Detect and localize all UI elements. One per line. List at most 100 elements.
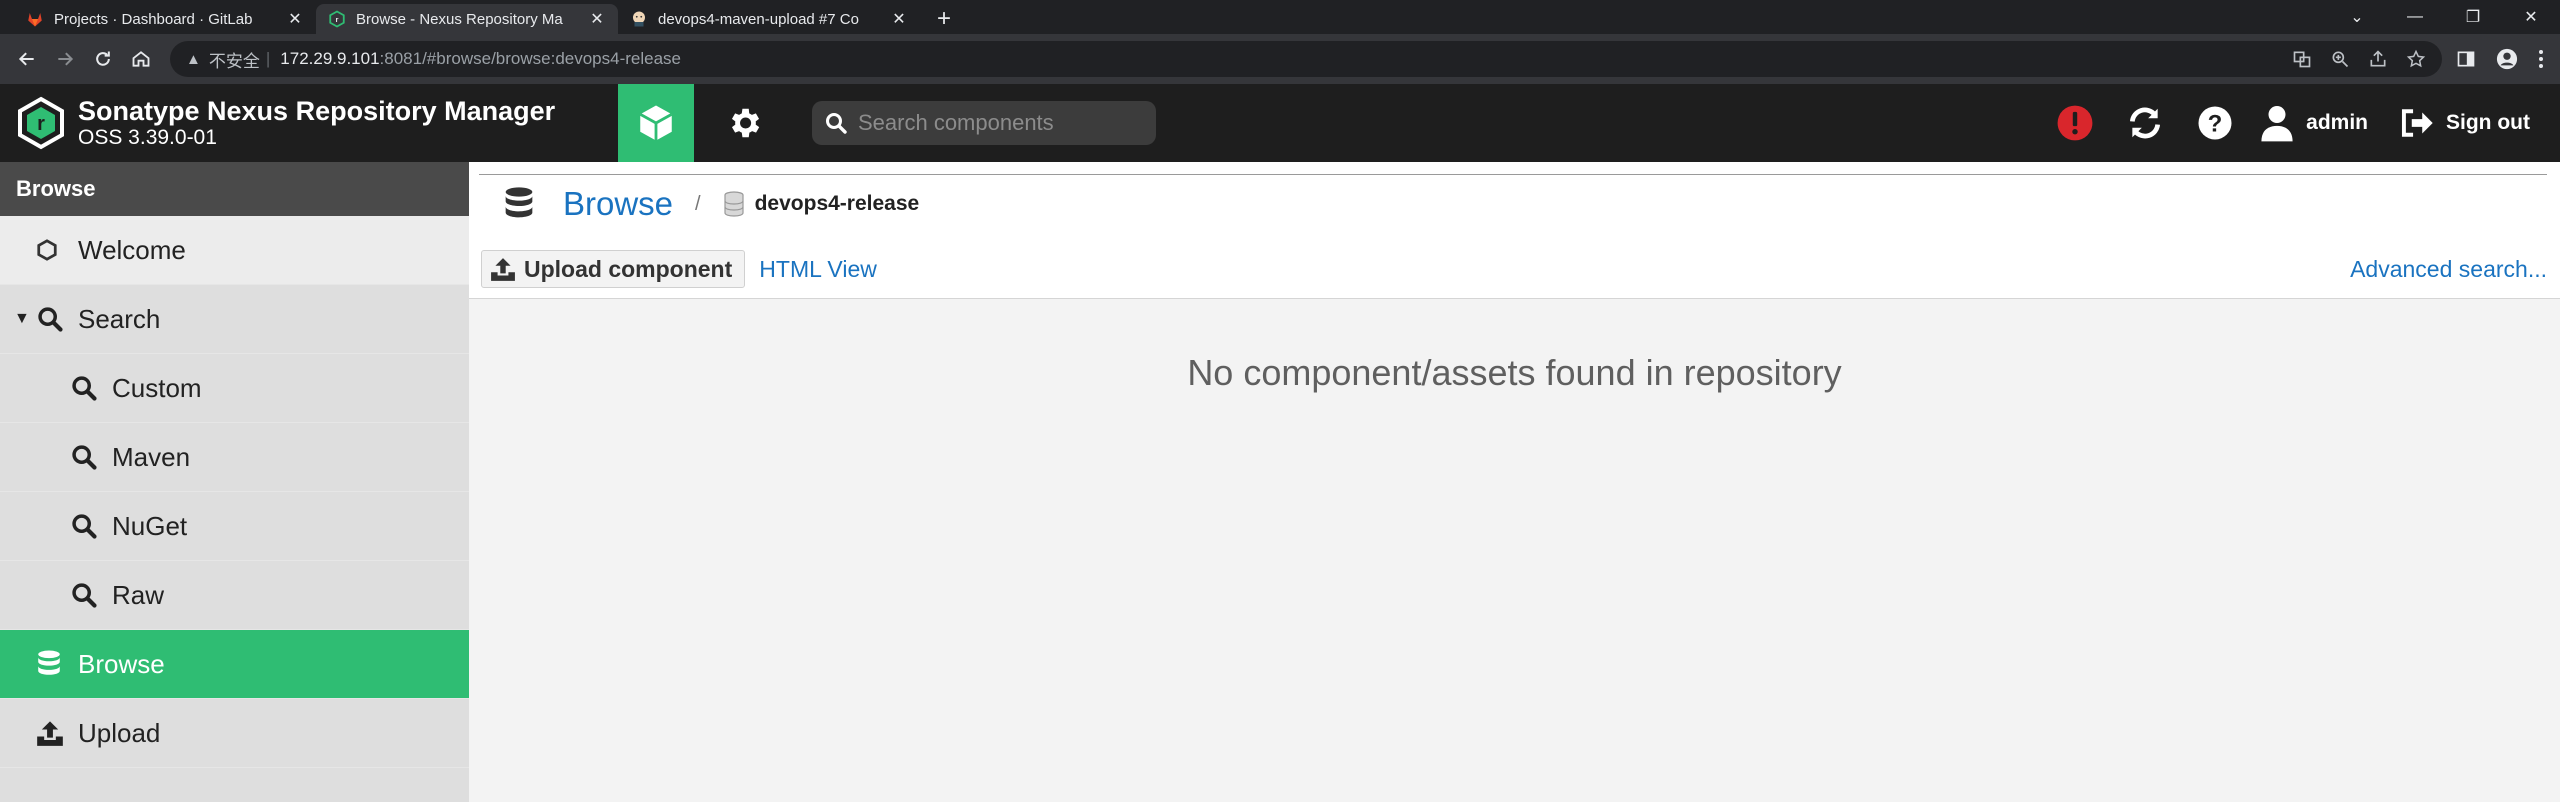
gear-icon [731,108,760,138]
search-box[interactable] [812,101,1156,145]
profile-icon[interactable] [2496,48,2518,70]
administration-button[interactable] [706,84,782,162]
database-icon [36,650,68,678]
search-icon [826,113,847,134]
home-button[interactable] [124,42,158,76]
new-tab-button[interactable]: + [926,4,962,34]
sidebar-item-label: Upload [78,717,161,748]
restore-button[interactable]: ❐ [2444,0,2502,34]
sidebar: Browse Welcome ▼ Search Custom Maven NuG… [0,162,469,802]
url-host: 172.29.9.101 [280,49,380,68]
window-controls: ⌄ — ❐ ✕ [2328,0,2560,34]
brand-text: Sonatype Nexus Repository Manager OSS 3.… [78,96,555,150]
back-button[interactable] [10,42,44,76]
minimize-button[interactable]: — [2386,0,2444,34]
repository-icon [724,191,744,217]
close-icon[interactable]: ✕ [286,10,304,28]
caret-down-icon[interactable]: ▼ [14,310,36,328]
database-icon [505,187,533,218]
help-button[interactable]: ? [2180,84,2250,162]
svg-text:r: r [336,15,339,24]
sidebar-title: Browse [0,162,469,216]
zoom-icon[interactable] [2330,49,2350,69]
search-input[interactable] [858,110,1148,136]
user-icon [2261,106,2293,142]
gitlab-icon [28,13,42,27]
cube-icon [639,105,673,141]
forward-button[interactable] [48,42,82,76]
side-panel-icon[interactable] [2456,49,2476,69]
help-icon: ? [2198,106,2232,140]
bookmark-star-icon[interactable] [2406,49,2426,69]
menu-kebab-icon[interactable] [2538,49,2544,69]
warning-icon[interactable]: ▲ [186,51,201,68]
app-version: OSS 3.39.0-01 [78,126,217,149]
home-icon [132,51,150,67]
arrow-left-icon [18,52,34,66]
tab-title: Browse - Nexus Repository Ma [356,10,563,28]
main-content: Browse / devops4-release Upload componen… [469,162,2560,802]
app-name: Sonatype Nexus Repository Manager [78,96,556,126]
breadcrumb-repository: devops4-release [754,192,920,215]
divider [479,174,2547,175]
sidebar-item-label: Search [78,303,161,334]
sidebar-item-search-maven[interactable]: Maven [0,423,469,492]
close-window-button[interactable]: ✕ [2502,0,2560,34]
sign-out-icon [2401,109,2433,137]
search-icon [36,305,68,333]
nexus-logo-icon: r [18,96,64,150]
sidebar-item-browse[interactable]: Browse [0,630,469,699]
reload-icon [96,51,110,66]
browser-tab-gitlab[interactable]: Projects · Dashboard · GitLab ✕ [14,4,316,34]
breadcrumb: Browse / devops4-release [503,182,919,226]
svg-text:?: ? [2208,110,2223,137]
omnibox-actions [2292,49,2426,69]
search-icon [70,581,102,609]
browser-tab-nexus[interactable]: r Browse - Nexus Repository Ma ✕ [316,4,618,34]
arrow-right-icon [58,52,74,66]
browser-toolbar: ▲ 不安全 | 172.29.9.101:8081/#browse/browse… [0,34,2560,84]
browse-toolbar: Upload component HTML View Advanced sear… [481,250,2547,288]
sign-out-button[interactable]: Sign out [2390,107,2560,139]
html-view-link[interactable]: HTML View [759,256,877,283]
insecure-label: 不安全 [208,51,260,71]
upload-icon [36,719,68,747]
upload-component-label: Upload component [524,255,733,282]
reload-button[interactable] [86,42,120,76]
user-menu[interactable]: admin [2250,104,2390,142]
translate-icon[interactable] [2292,49,2312,69]
close-icon[interactable]: ✕ [890,10,908,28]
sidebar-item-search-custom[interactable]: Custom [0,354,469,423]
sidebar-item-search-nuget[interactable]: NuGet [0,492,469,561]
close-icon[interactable]: ✕ [588,10,606,28]
alert-icon [2057,105,2093,141]
browser-tab-jenkins[interactable]: devops4-maven-upload #7 Co ✕ [618,4,920,34]
search-icon [70,443,102,471]
sidebar-item-welcome[interactable]: Welcome [0,216,469,285]
tab-search-icon[interactable]: ⌄ [2328,0,2386,34]
system-alert-button[interactable] [2040,84,2110,162]
url-path: :8081/#browse/browse:devops4-release [379,49,682,68]
breadcrumb-browse-link[interactable]: Browse [563,185,673,223]
sidebar-item-upload[interactable]: Upload [0,699,469,768]
app-header: r Sonatype Nexus Repository Manager OSS … [0,84,2560,162]
brand[interactable]: r Sonatype Nexus Repository Manager OSS … [14,96,555,150]
nexus-icon: r [329,10,345,28]
browse-mode-button[interactable] [618,84,694,162]
advanced-search-link[interactable]: Advanced search... [2350,256,2547,283]
browser-right-actions [2456,48,2550,70]
sidebar-item-label: Welcome [78,234,186,265]
sidebar-item-search[interactable]: ▼ Search [0,285,469,354]
address-bar[interactable]: ▲ 不安全 | 172.29.9.101:8081/#browse/browse… [170,41,2442,77]
refresh-icon [2130,107,2161,139]
upload-icon [491,258,515,281]
hexagon-icon [36,239,68,261]
refresh-button[interactable] [2110,84,2180,162]
sidebar-item-search-raw[interactable]: Raw [0,561,469,630]
sidebar-item-label: Maven [112,441,191,472]
sign-out-label: Sign out [2446,111,2530,134]
share-icon[interactable] [2368,49,2388,69]
username: admin [2306,111,2369,134]
tab-title: Projects · Dashboard · GitLab [54,10,253,28]
upload-component-button[interactable]: Upload component [481,250,746,288]
